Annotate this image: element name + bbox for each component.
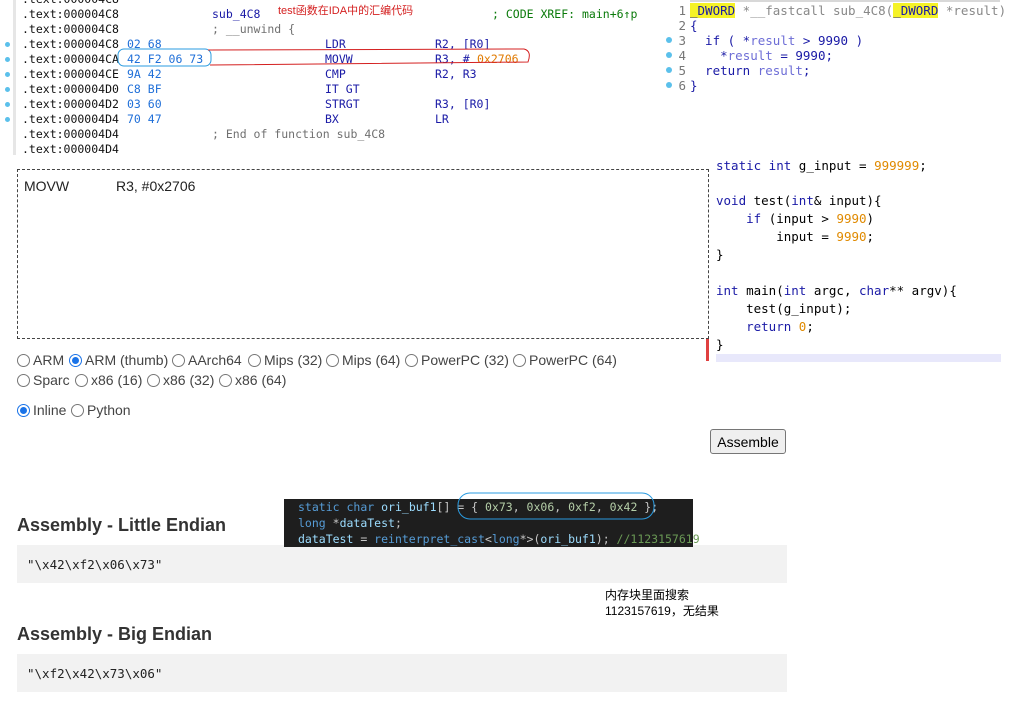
line-marker-dot[interactable] — [5, 87, 10, 92]
arch-label: Sparc — [33, 372, 70, 388]
radio-button[interactable] — [75, 374, 88, 387]
arch-label: Mips (32) — [264, 352, 323, 368]
arch-label: x86 (64) — [235, 372, 287, 388]
radio-button[interactable] — [248, 354, 261, 367]
arch-option[interactable]: ARM — [17, 351, 64, 369]
line-marker-dot[interactable] — [5, 72, 10, 77]
radio-button[interactable] — [147, 374, 160, 387]
radio-button[interactable] — [69, 354, 82, 367]
radio-button[interactable] — [405, 354, 418, 367]
arch-option[interactable]: AArch64 — [172, 351, 242, 369]
breakpoint-dot[interactable] — [666, 52, 672, 58]
radio-button[interactable] — [172, 354, 185, 367]
arch-label: x86 (32) — [163, 372, 215, 388]
bytes-highlight-ellipse — [117, 48, 212, 67]
format-option[interactable]: Python — [71, 401, 131, 419]
format-label: Python — [87, 402, 131, 418]
radio-button[interactable] — [219, 374, 232, 387]
arch-label: PowerPC (64) — [529, 352, 617, 368]
line-marker-dot[interactable] — [5, 102, 10, 107]
breakpoint-dot[interactable] — [666, 37, 672, 43]
arch-option[interactable]: Mips (64) — [326, 351, 400, 369]
radio-button[interactable] — [513, 354, 526, 367]
arch-option[interactable]: Sparc — [17, 371, 70, 389]
arch-label: Mips (64) — [342, 352, 401, 368]
instruction-highlight-ellipse — [207, 48, 530, 66]
arch-label: ARM — [33, 352, 65, 368]
line-marker-dot[interactable] — [5, 117, 10, 122]
arch-option[interactable]: x86 (16) — [75, 371, 142, 389]
radio-button[interactable] — [326, 354, 339, 367]
breakpoint-dot[interactable] — [666, 67, 672, 73]
radio-button[interactable] — [17, 354, 30, 367]
arch-option[interactable]: x86 (64) — [219, 371, 286, 389]
radio-button[interactable] — [17, 404, 30, 417]
radio-button[interactable] — [71, 404, 84, 417]
format-option[interactable]: Inline — [17, 401, 66, 419]
line-marker-dot[interactable] — [5, 42, 10, 47]
arch-option[interactable]: ARM (thumb) — [69, 351, 168, 369]
arch-option[interactable]: PowerPC (64) — [513, 351, 617, 369]
arch-option[interactable]: Mips (32) — [248, 351, 322, 369]
arch-label: PowerPC (32) — [421, 352, 509, 368]
format-label: Inline — [33, 402, 67, 418]
line-marker-dot[interactable] — [5, 57, 10, 62]
arch-label: ARM (thumb) — [85, 352, 169, 368]
arch-label: x86 (16) — [91, 372, 143, 388]
radio-button[interactable] — [17, 374, 30, 387]
arch-option[interactable]: x86 (32) — [147, 371, 214, 389]
array-highlight-ellipse — [457, 492, 655, 520]
breakpoint-dot[interactable] — [666, 82, 672, 88]
arch-label: AArch64 — [188, 352, 242, 368]
arch-option[interactable]: PowerPC (32) — [405, 351, 509, 369]
